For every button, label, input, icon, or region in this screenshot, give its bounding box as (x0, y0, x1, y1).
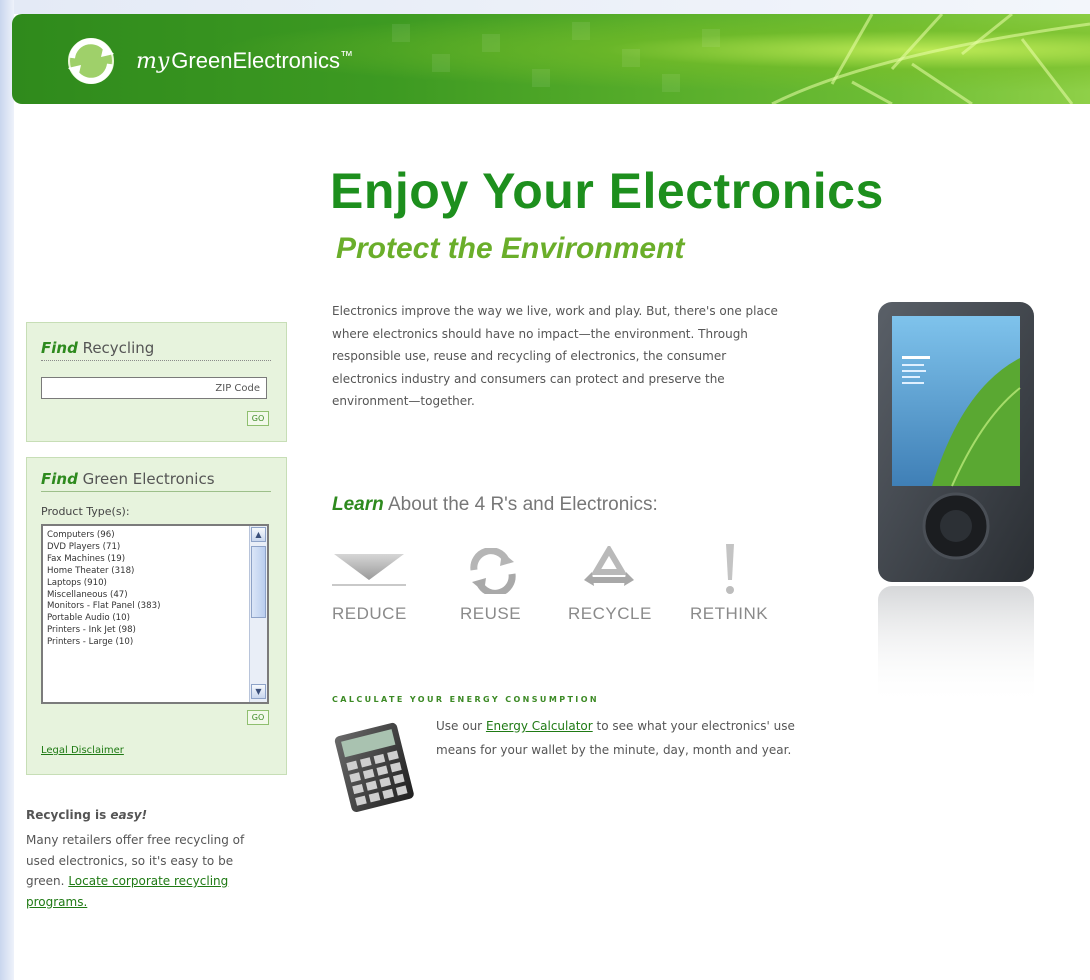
scroll-thumb[interactable] (251, 546, 266, 618)
recycling-easy-title-text: Recycling is (26, 808, 111, 822)
find-recycling-panel: Find Recycling ZIP Code GO (26, 322, 287, 442)
scroll-down-icon[interactable]: ▼ (251, 684, 266, 699)
recycling-easy-title: Recycling is easy! (26, 808, 147, 822)
energy-calculator-text: Use our Energy Calculator to see what yo… (436, 714, 796, 762)
learn-rest: About the 4 R's and Electronics: (383, 494, 658, 515)
find-recycling-title-em: Find (41, 339, 78, 357)
product-type-option[interactable]: Monitors - Flat Panel (383) (47, 601, 160, 613)
brand-logo-text[interactable]: myGreenElectronics™ (136, 48, 353, 74)
down-arrow-icon[interactable] (332, 544, 406, 592)
brand-name: GreenElectronics (171, 48, 341, 73)
find-green-go-button[interactable]: GO (247, 710, 269, 725)
page-title: Enjoy Your Electronics (330, 163, 884, 219)
page-subtitle: Protect the Environment (336, 232, 685, 265)
window-top-strip (0, 0, 1090, 14)
product-type-options: Computers (96) DVD Players (71) Fax Machin… (47, 530, 160, 649)
find-recycling-go-button[interactable]: GO (247, 411, 269, 426)
calc-text-pre: Use our (436, 719, 486, 733)
find-green-title-em: Find (41, 470, 78, 488)
intro-paragraph: Electronics improve the way we live, wor… (332, 304, 778, 408)
reduce-label[interactable]: REDUCE (332, 604, 407, 624)
product-type-option[interactable]: Laptops (910) (47, 578, 160, 590)
product-type-option[interactable]: Printers - Large (10) (47, 637, 160, 649)
product-type-option[interactable]: DVD Players (71) (47, 542, 160, 554)
recycle-logo-icon (68, 38, 114, 84)
product-type-option[interactable]: Portable Audio (10) (47, 613, 160, 625)
header-banner: myGreenElectronics™ (12, 14, 1090, 104)
exclamation-icon[interactable] (720, 542, 740, 598)
recycle-icon[interactable] (580, 546, 638, 596)
product-type-listbox[interactable]: Computers (96) DVD Players (71) Fax Machin… (41, 524, 269, 704)
reuse-arrows-icon[interactable] (466, 548, 520, 594)
find-recycling-title-rest: Recycling (77, 339, 155, 357)
product-type-label: Product Type(s): (41, 505, 130, 518)
recycling-easy-title-em: easy! (110, 808, 148, 822)
energy-calculator-link[interactable]: Energy Calculator (486, 719, 593, 733)
trademark: ™ (340, 48, 354, 63)
listbox-scrollbar[interactable]: ▲ ▼ (249, 526, 267, 702)
find-green-title: Find Green Electronics (41, 470, 271, 492)
energy-calculator-heading: CALCULATE YOUR ENERGY CONSUMPTION (332, 695, 599, 704)
product-type-option[interactable]: Computers (96) (47, 530, 160, 542)
find-green-electronics-panel: Find Green Electronics Product Type(s): … (26, 457, 287, 775)
learn-em: Learn (332, 494, 384, 515)
legal-disclaimer-link[interactable]: Legal Disclaimer (41, 745, 124, 756)
product-type-option[interactable]: Home Theater (318) (47, 566, 160, 578)
learn-4rs-heading: Learn About the 4 R's and Electronics: (332, 494, 658, 516)
page-frame-left (0, 0, 14, 980)
product-type-option[interactable]: Printers - Ink Jet (98) (47, 625, 160, 637)
product-type-option[interactable]: Miscellaneous (47) (47, 590, 160, 602)
find-recycling-title: Find Recycling (41, 339, 271, 361)
zip-code-input[interactable]: ZIP Code (41, 377, 267, 399)
media-player-image (878, 302, 1034, 706)
product-type-option[interactable]: Fax Machines (19) (47, 554, 160, 566)
brand-prefix: my (136, 49, 170, 74)
rethink-label[interactable]: RETHINK (690, 604, 768, 624)
recycling-easy-text-block: Many retailers offer free recycling of u… (26, 830, 256, 912)
calculator-icon[interactable] (330, 718, 422, 814)
find-green-title-rest: Green Electronics (77, 470, 215, 488)
scroll-up-icon[interactable]: ▲ (251, 527, 266, 542)
recycle-label[interactable]: RECYCLE (568, 604, 652, 624)
reuse-label[interactable]: REUSE (460, 604, 521, 624)
